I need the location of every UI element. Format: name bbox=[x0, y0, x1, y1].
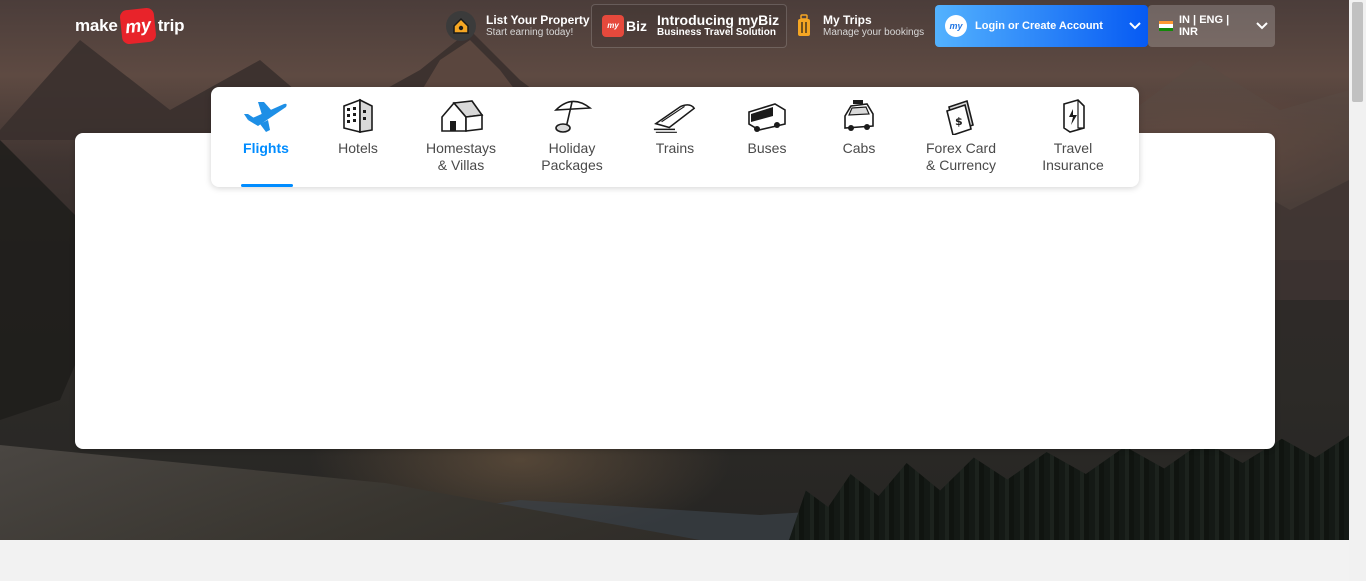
india-flag-icon bbox=[1159, 21, 1173, 31]
tab-flights[interactable]: Flights bbox=[241, 87, 293, 187]
tab-label: Trains bbox=[656, 140, 694, 157]
login-create-account-button[interactable]: my Login or Create Account bbox=[935, 5, 1148, 47]
tab-label: Cabs bbox=[843, 140, 876, 157]
tab-label-line2: & Villas bbox=[437, 157, 485, 173]
tab-label-line1: Homestays bbox=[425, 140, 497, 156]
tab-label: Holiday Packages bbox=[541, 140, 602, 174]
tab-label-line2: & Currency bbox=[925, 157, 997, 173]
tab-label-line1: Cabs bbox=[842, 140, 876, 156]
mybiz-logo: my Biz bbox=[602, 15, 647, 37]
bus-icon bbox=[744, 95, 790, 137]
train-icon bbox=[652, 95, 698, 137]
tab-label-line1: Buses bbox=[747, 140, 787, 156]
tab-label-line1: Forex Card bbox=[925, 140, 997, 156]
scrollbar-thumb[interactable] bbox=[1352, 2, 1363, 102]
tab-label: Flights bbox=[243, 140, 289, 157]
tab-label-line1: Holiday bbox=[548, 140, 596, 156]
hotel-building-icon bbox=[335, 95, 381, 137]
product-tabs: Flights Hotels Homestays & Villas Holiday… bbox=[211, 87, 1139, 187]
tab-forex-currency[interactable]: $ Forex Card & Currency bbox=[920, 87, 1002, 187]
login-button-label: Login or Create Account bbox=[975, 20, 1103, 32]
list-property-subtitle: Start earning today! bbox=[486, 27, 574, 38]
mybiz-bag-icon: my bbox=[602, 15, 624, 37]
makemytrip-logo[interactable]: make my trip bbox=[75, 7, 185, 45]
my-trips-subtitle: Manage your bookings bbox=[823, 27, 925, 38]
tab-label-line1: Flights bbox=[243, 140, 289, 156]
mybiz-title: Introducing myBiz bbox=[657, 12, 780, 28]
tab-label: Hotels bbox=[338, 140, 378, 157]
tab-label-line2: Insurance bbox=[1042, 157, 1104, 173]
list-property-link[interactable]: List Your Property Start earning today! bbox=[446, 6, 590, 46]
tab-trains[interactable]: Trains bbox=[650, 87, 700, 187]
mybiz-link[interactable]: my Biz Introducing myBiz Business Travel… bbox=[602, 6, 779, 46]
tab-cabs[interactable]: Cabs bbox=[834, 87, 884, 187]
tab-label-line1: Travel bbox=[1053, 140, 1093, 156]
page-scrollbar[interactable] bbox=[1349, 0, 1366, 581]
beach-umbrella-icon bbox=[549, 95, 595, 137]
tab-label: Forex Card & Currency bbox=[926, 140, 996, 174]
tab-label: Buses bbox=[748, 140, 787, 157]
locale-label: IN | ENG | INR bbox=[1179, 14, 1230, 38]
tab-label: Travel Insurance bbox=[1042, 140, 1103, 174]
insurance-shield-icon bbox=[1050, 95, 1096, 137]
tab-label-line1: Trains bbox=[655, 140, 695, 156]
tab-label: Homestays & Villas bbox=[426, 140, 496, 174]
list-property-title: List Your Property bbox=[486, 13, 590, 27]
my-trips-link[interactable]: My Trips Manage your bookings bbox=[795, 6, 924, 46]
top-header: make my trip List Your Property Start ea… bbox=[0, 0, 1349, 50]
user-avatar-icon: my bbox=[945, 15, 967, 37]
logo-text-make: make bbox=[75, 16, 118, 35]
logo-badge-my: my bbox=[119, 7, 157, 45]
locale-selector[interactable]: IN | ENG | INR bbox=[1148, 5, 1275, 47]
chevron-down-icon bbox=[1249, 22, 1275, 30]
tab-label-line1: Hotels bbox=[338, 140, 378, 156]
tab-homestays-villas[interactable]: Homestays & Villas bbox=[421, 87, 501, 187]
suitcase-icon bbox=[795, 14, 813, 38]
cab-icon bbox=[836, 95, 882, 137]
my-trips-title: My Trips bbox=[823, 13, 872, 27]
logo-text-trip: trip bbox=[157, 16, 185, 35]
tab-holiday-packages[interactable]: Holiday Packages bbox=[532, 87, 612, 187]
property-house-icon bbox=[446, 11, 476, 41]
chevron-down-icon bbox=[1122, 22, 1148, 30]
mybiz-subtitle: Business Travel Solution bbox=[657, 27, 776, 38]
active-tab-underline bbox=[241, 184, 293, 187]
tab-buses[interactable]: Buses bbox=[742, 87, 792, 187]
forex-card-icon: $ bbox=[938, 95, 984, 137]
homestay-house-icon bbox=[438, 95, 484, 137]
tab-label-line2: Packages bbox=[541, 157, 603, 173]
plane-icon bbox=[243, 95, 289, 137]
tab-hotels[interactable]: Hotels bbox=[333, 87, 383, 187]
svg-text:$: $ bbox=[955, 115, 963, 128]
tab-travel-insurance[interactable]: Travel Insurance bbox=[1037, 87, 1109, 187]
mybiz-badge-text: Biz bbox=[626, 18, 647, 34]
